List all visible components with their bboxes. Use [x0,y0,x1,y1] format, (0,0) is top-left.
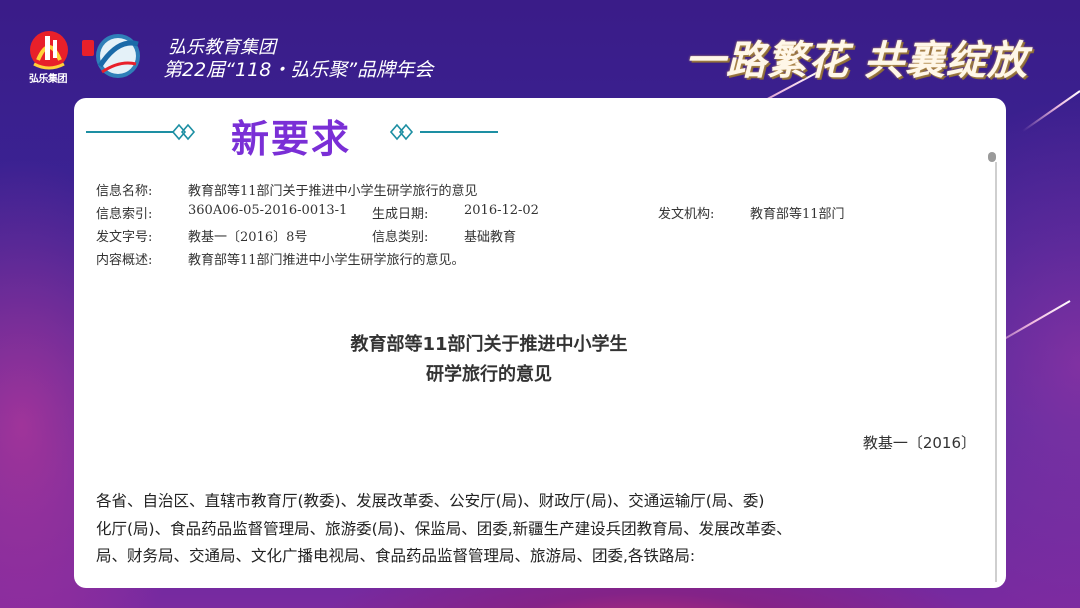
section-title: 新要求 [231,117,352,161]
heading-line-left [86,131,174,133]
scrollbar-track[interactable] [995,162,997,582]
heading-line-right [420,131,498,133]
body-line: 各省、自治区、直辖市教育厅(教委)、发展改革委、公安厅(局)、财政厅(局)、交通… [96,492,765,510]
event-name: 第22届“118・弘乐聚”品牌年会 [163,59,434,81]
meta-value: 基础教育 [464,230,517,245]
body-line: 化厅(局)、食品药品监督管理局、旅游委(局)、保监局、团委,新疆生产建设兵团教育… [96,519,792,538]
document-number: 教基一〔2016〕 [862,434,976,452]
logo-caption: 弘乐集团 [29,74,68,85]
meta-label: 信息索引: [96,207,153,222]
meta-value: 教育部等11部门 [750,207,845,222]
section-heading: 新要求 [74,98,1006,161]
slogan: 一路繁花 共襄绽放 [685,37,1028,84]
meta-value: 教育部等11部门推进中小学生研学旅行的意见。 [188,253,465,268]
brand-emblem-icon [82,34,140,78]
double-diamond-icon [172,123,196,141]
body-line: 局、财务局、交通局、文化广播电视局、食品药品监督管理局、旅游局、团委,各铁路局: [96,547,696,565]
meta-value: 教育部等11部门关于推进中小学生研学旅行的意见 [188,184,478,199]
meta-value: 教基一〔2016〕8号 [188,230,308,245]
meta-label: 内容概述: [96,253,153,268]
meta-label: 信息名称: [96,184,153,199]
meta-value: 360A06-05-2016-0013-1 [188,203,348,218]
meta-label: 发文字号: [96,230,153,245]
double-diamond-icon [390,123,414,141]
scrollbar[interactable] [988,152,997,584]
document-title-line1: 教育部等11部门关于推进中小学生 [350,334,628,355]
document-title-line2: 研学旅行的意见 [426,364,552,385]
meta-value: 2016-12-02 [464,203,539,218]
scrollbar-thumb[interactable] [988,152,996,162]
meta-label: 生成日期: [372,207,429,222]
document-body: 各省、自治区、直辖市教育厅(教委)、发展改革委、公安厅(局)、财政厅(局)、交通… [96,488,976,571]
content-panel: 新要求 信息名称: 教育部等11部门关于推进中小学生研学旅行的意见 信息索引: … [74,98,1006,588]
meta-label: 信息类别: [372,230,429,245]
meta-label: 发文机构: [658,207,715,222]
